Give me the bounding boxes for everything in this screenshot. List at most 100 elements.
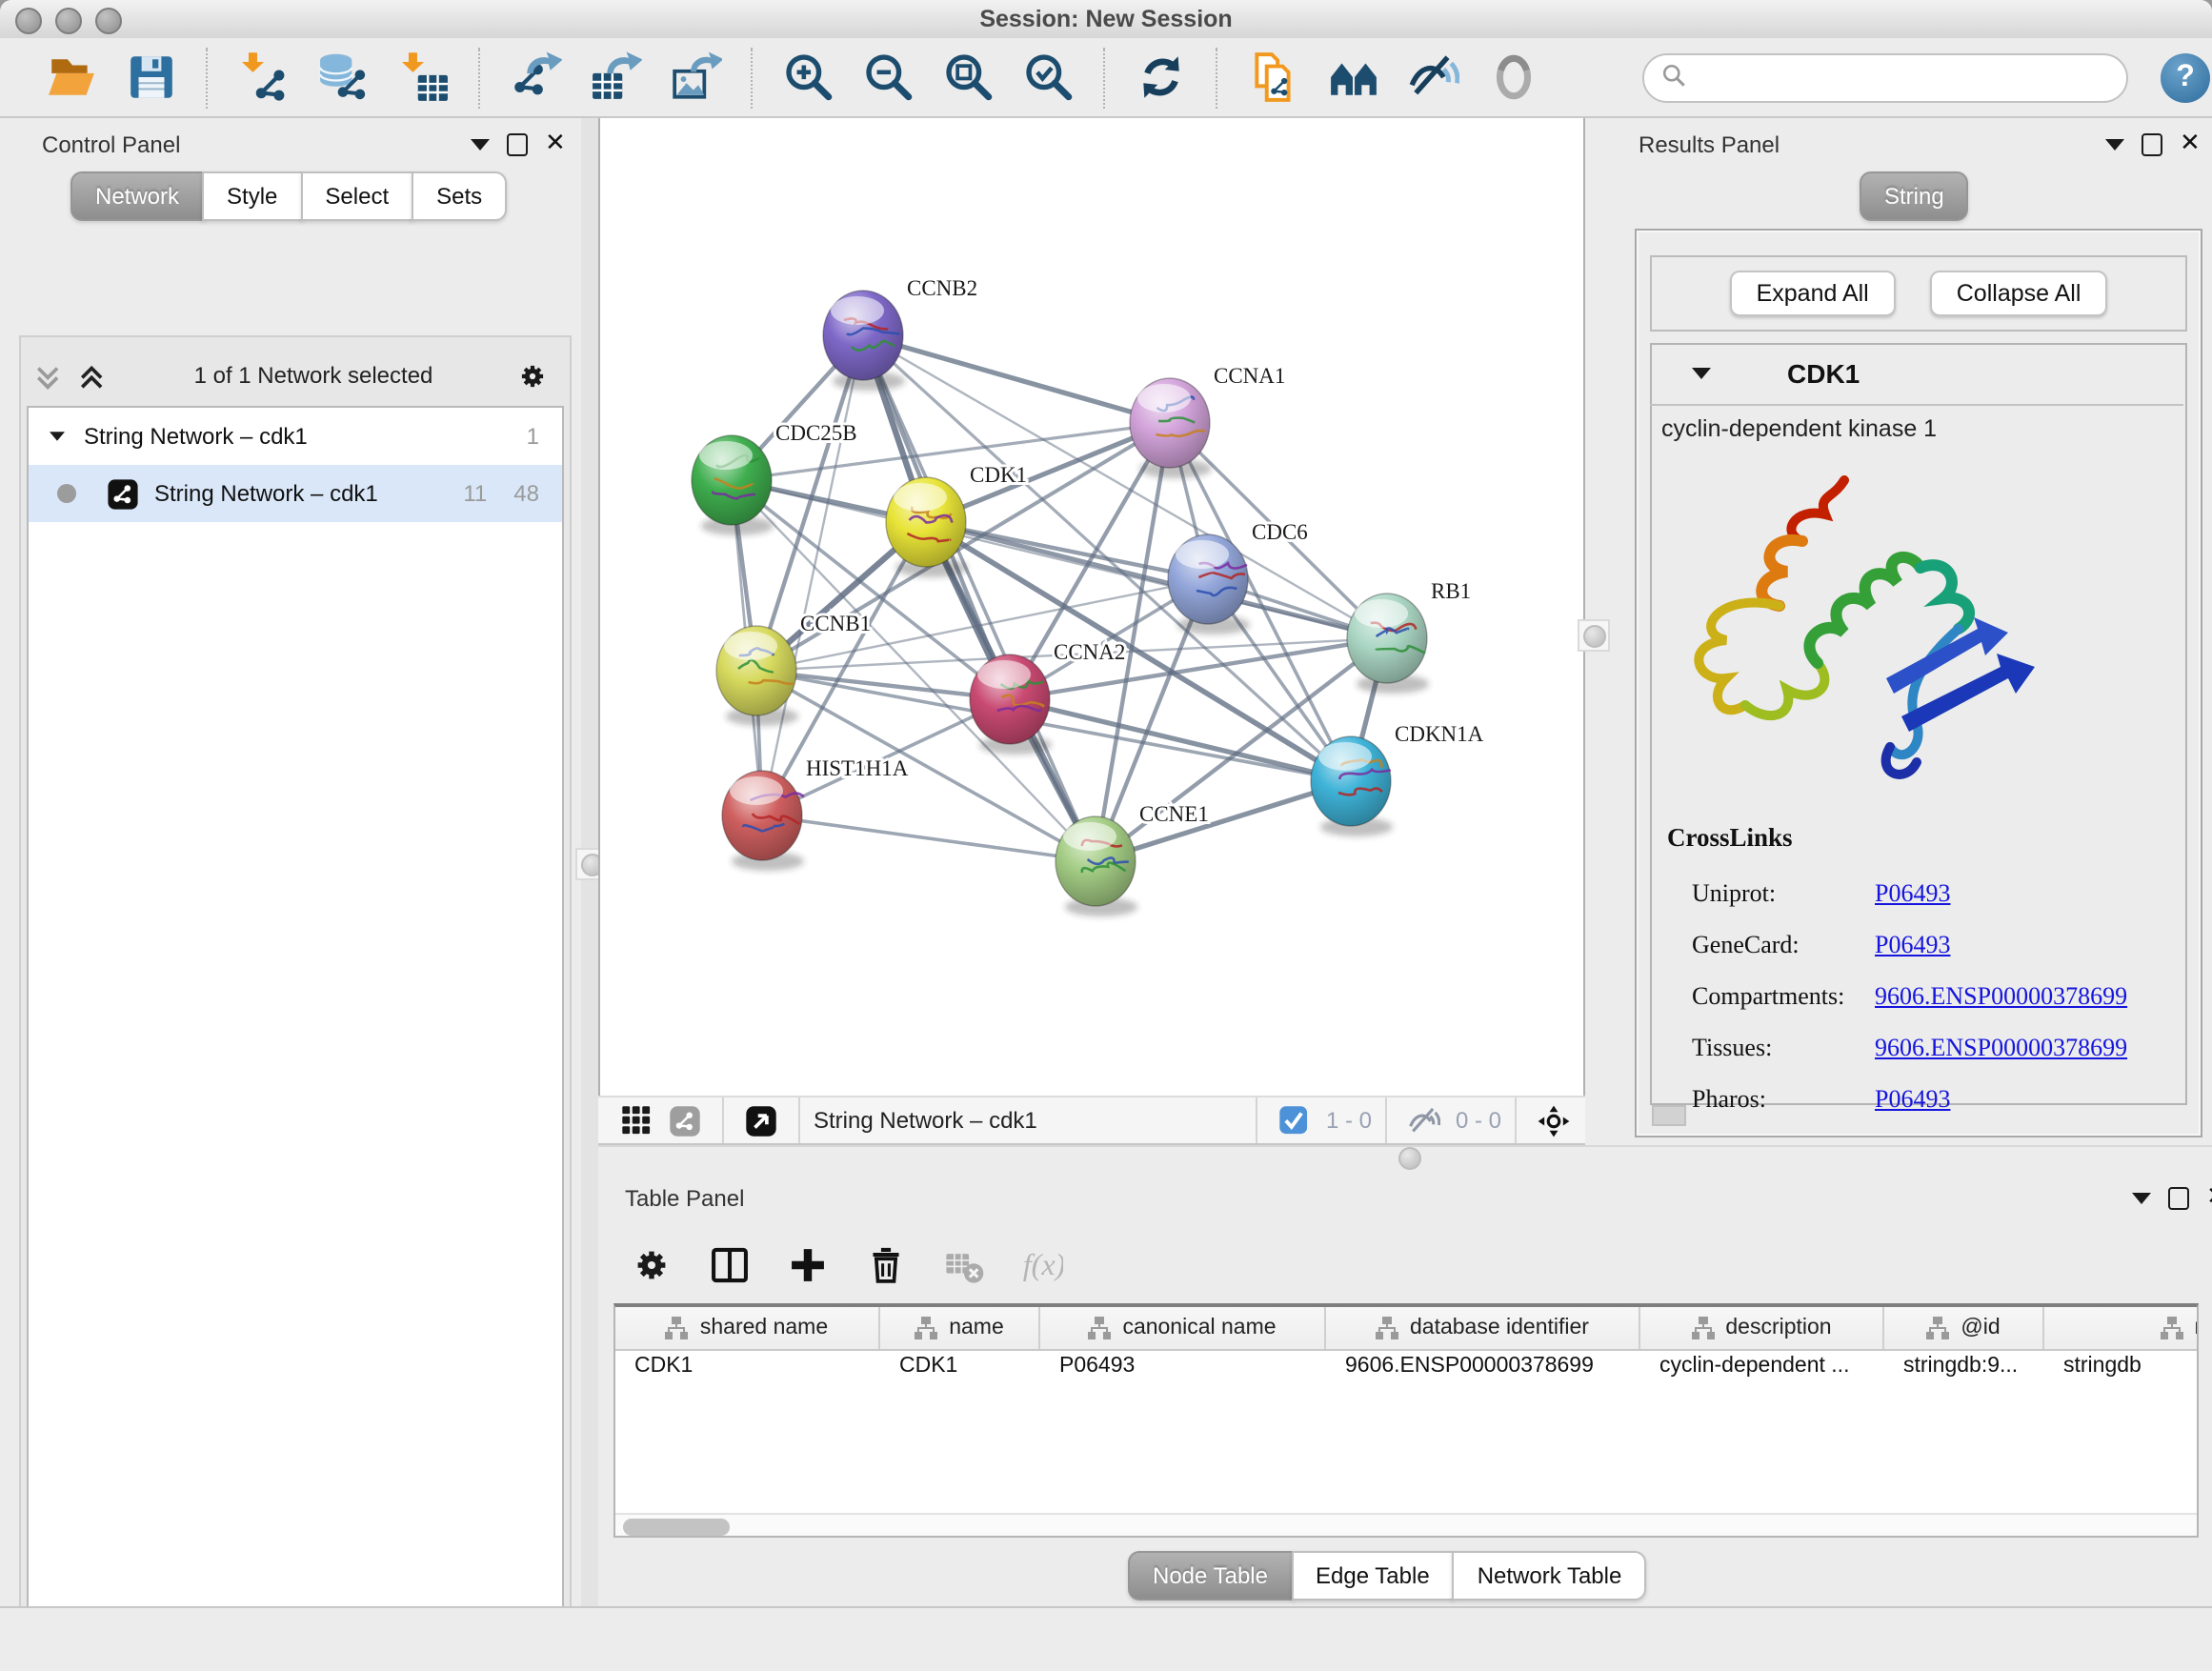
table-cell[interactable]: 9606.ENSP00000378699	[1345, 1355, 1633, 1378]
network-collection-row[interactable]: String Network – cdk1 1	[29, 408, 562, 465]
gene-name: CDK1	[1787, 358, 1860, 389]
gear-icon[interactable]	[629, 1242, 674, 1288]
node-HIST1H1A[interactable]: HIST1H1A	[722, 756, 909, 871]
table-cell[interactable]: stringdb:9...	[1903, 1355, 2037, 1378]
bundle-edges-icon[interactable]	[1324, 49, 1381, 106]
column-header-namespace[interactable]: namespace	[2044, 1307, 2199, 1349]
table-cell[interactable]: cyclin-dependent ...	[1659, 1355, 1877, 1378]
close-panel-icon[interactable]: ✕	[2180, 135, 2201, 154]
panel-menu-icon[interactable]	[2132, 1193, 2151, 1204]
crosslink-link[interactable]: P06493	[1875, 877, 1950, 908]
search-input[interactable]	[1694, 57, 2126, 99]
node-CDC6[interactable]: CDC6	[1168, 520, 1308, 634]
edge-CCNE1-HIST1H1A[interactable]	[762, 815, 1096, 861]
expand-all-networks-icon[interactable]	[78, 359, 111, 392]
float-panel-icon[interactable]	[2168, 1187, 2189, 1210]
table-hscrollbar[interactable]	[615, 1513, 2197, 1538]
hide-selected-icon[interactable]	[1404, 49, 1461, 106]
function-icon[interactable]: f(x)	[1019, 1242, 1065, 1288]
node-CDKN1A[interactable]: CDKN1A	[1311, 722, 1484, 836]
crosslink-link[interactable]: P06493	[1875, 929, 1950, 959]
network-node-count: 11	[463, 480, 487, 507]
panel-menu-icon[interactable]	[2105, 139, 2124, 151]
show-hidden-icon[interactable]	[1484, 49, 1541, 106]
tab-edge-table[interactable]: Edge Table	[1291, 1551, 1455, 1601]
panel-menu-icon[interactable]	[471, 139, 490, 151]
tab-network-table[interactable]: Network Table	[1453, 1551, 1647, 1601]
edge-CCNB2-HIST1H1A[interactable]	[762, 335, 863, 815]
right-splitter-handle[interactable]	[1578, 619, 1610, 652]
import-database-icon[interactable]	[314, 49, 372, 106]
import-network-icon[interactable]	[234, 49, 292, 106]
import-table-icon[interactable]	[394, 49, 452, 106]
export-table-icon[interactable]	[587, 49, 644, 106]
delete-column-icon[interactable]	[863, 1242, 909, 1288]
edge-CCNB2-CCNE1[interactable]	[863, 335, 1096, 861]
fit-content-crosshair-icon[interactable]	[1538, 1104, 1570, 1137]
gene-header-row[interactable]: CDK1	[1650, 343, 2183, 406]
collapse-all-networks-icon[interactable]	[34, 359, 67, 392]
columns-icon[interactable]	[707, 1242, 753, 1288]
tab-style[interactable]: Style	[202, 171, 302, 221]
zoom-selected-icon[interactable]	[1019, 49, 1076, 106]
tab-network[interactable]: Network	[70, 171, 204, 221]
export-image-icon[interactable]	[667, 49, 724, 106]
network-row-selected[interactable]: String Network – cdk1 11 48	[29, 465, 562, 522]
close-panel-icon[interactable]: ✕	[545, 135, 566, 154]
column-header-shared-name[interactable]: shared name	[615, 1307, 880, 1349]
float-panel-icon[interactable]	[507, 133, 528, 156]
column-header-description[interactable]: description	[1640, 1307, 1884, 1349]
results-scroll-stub[interactable]	[1652, 1105, 1686, 1126]
open-view-window-icon[interactable]	[745, 1104, 777, 1137]
node-CCNB2[interactable]: CCNB2	[823, 276, 977, 391]
crosslink-link[interactable]: 9606.ENSP00000378699	[1875, 1032, 2127, 1062]
collection-expand-icon[interactable]	[50, 432, 65, 441]
table-cell[interactable]: stringdb	[2063, 1355, 2199, 1378]
horizontal-splitter-handle[interactable]	[1395, 1143, 1423, 1172]
network-share-icon[interactable]	[669, 1104, 701, 1137]
float-panel-icon[interactable]	[2142, 133, 2162, 156]
crosslink-link[interactable]: 9606.ENSP00000378699	[1875, 980, 2127, 1011]
collapse-all-button[interactable]: Collapse All	[1930, 271, 2108, 316]
save-session-icon[interactable]	[122, 49, 179, 106]
grid-view-icon[interactable]	[621, 1104, 654, 1137]
zoom-fit-icon[interactable]	[939, 49, 996, 106]
tab-sets[interactable]: Sets	[412, 171, 507, 221]
table-cell[interactable]: P06493	[1059, 1355, 1318, 1378]
node-CCNB1[interactable]: CCNB1	[716, 612, 871, 726]
close-panel-icon[interactable]: ✕	[2206, 1189, 2212, 1208]
column-label: namespace	[2195, 1317, 2199, 1339]
zoom-out-icon[interactable]	[859, 49, 916, 106]
expand-all-button[interactable]: Expand All	[1730, 271, 1896, 316]
crosslink-link[interactable]: P06493	[1875, 1083, 1950, 1114]
refresh-layout-icon[interactable]	[1132, 49, 1189, 106]
selected-checkbox-icon[interactable]	[1278, 1104, 1311, 1137]
hidden-eye-icon[interactable]	[1408, 1104, 1440, 1137]
delete-table-icon[interactable]	[941, 1242, 987, 1288]
export-network-icon[interactable]	[507, 49, 564, 106]
network-options-gear-icon[interactable]	[516, 359, 549, 392]
svg-text:f(x): f(x)	[1023, 1247, 1063, 1281]
tab-select[interactable]: Select	[300, 171, 413, 221]
column-header-database-identifier[interactable]: database identifier	[1326, 1307, 1640, 1349]
column-header-name[interactable]: name	[880, 1307, 1040, 1349]
node-table[interactable]: shared namenamecanonical namedatabase id…	[613, 1303, 2199, 1538]
zoom-in-icon[interactable]	[779, 49, 836, 106]
add-column-icon[interactable]	[785, 1242, 831, 1288]
search-box[interactable]	[1642, 53, 2128, 103]
tab-string[interactable]: String	[1860, 171, 1969, 221]
table-cell[interactable]: CDK1	[899, 1355, 1033, 1378]
column-header-canonical-name[interactable]: canonical name	[1040, 1307, 1326, 1349]
crosslink-label: Tissues:	[1692, 1032, 1875, 1062]
help-button[interactable]: ?	[2161, 53, 2210, 103]
table-cell[interactable]: CDK1	[634, 1355, 873, 1378]
gene-collapse-icon[interactable]	[1692, 368, 1711, 379]
clone-network-icon[interactable]	[1244, 49, 1301, 106]
crosslink-label: GeneCard:	[1692, 929, 1875, 959]
network-canvas[interactable]: CCNB2CCNA1CDC25BCDK1CDC6RB1CCNB1CCNA2CDK…	[598, 118, 1585, 1096]
node-RB1[interactable]: RB1	[1347, 579, 1471, 694]
open-session-icon[interactable]	[42, 49, 99, 106]
column-header--id[interactable]: @id	[1884, 1307, 2044, 1349]
tab-node-table[interactable]: Node Table	[1128, 1551, 1293, 1601]
table-hscrollbar-thumb[interactable]	[623, 1519, 730, 1536]
